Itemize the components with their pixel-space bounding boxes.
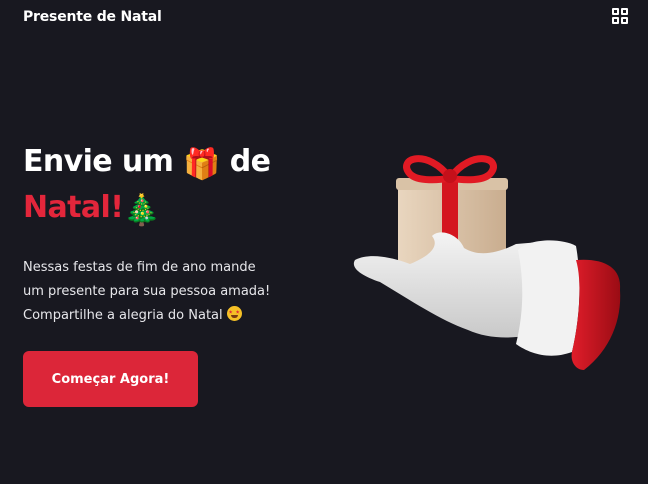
santa-hand-gift-illustration — [353, 155, 621, 370]
gift-emoji-icon: 🎁 — [183, 147, 220, 182]
santa-cuff-icon — [516, 240, 621, 370]
grid-cell — [612, 17, 619, 24]
brand-title[interactable]: Presente de Natal — [23, 9, 162, 25]
hero-title-line1: Envie um 🎁 de — [23, 140, 313, 186]
hero-title-highlight: Natal! — [23, 190, 124, 225]
grid-cell — [612, 8, 619, 15]
grid-menu-icon[interactable] — [612, 8, 630, 26]
christmas-tree-emoji-icon: 🎄 — [123, 193, 161, 228]
grid-cell — [621, 17, 628, 24]
start-now-button[interactable]: Começar Agora! — [23, 351, 198, 407]
hero-title-suffix: de — [229, 144, 271, 179]
grid-cell — [621, 8, 628, 15]
hero-title-line2: Natal!🎄 — [23, 186, 313, 232]
page: Presente de Natal Envie um 🎁 de Natal!🎄 … — [0, 0, 648, 484]
hero-description: Nessas festas de fim de ano mande um pre… — [23, 256, 323, 328]
hero-title: Envie um 🎁 de Natal!🎄 — [23, 140, 313, 232]
star-struck-emoji-icon — [226, 306, 242, 321]
glove-icon — [353, 232, 546, 338]
hero-title-text: Envie um — [23, 144, 174, 179]
